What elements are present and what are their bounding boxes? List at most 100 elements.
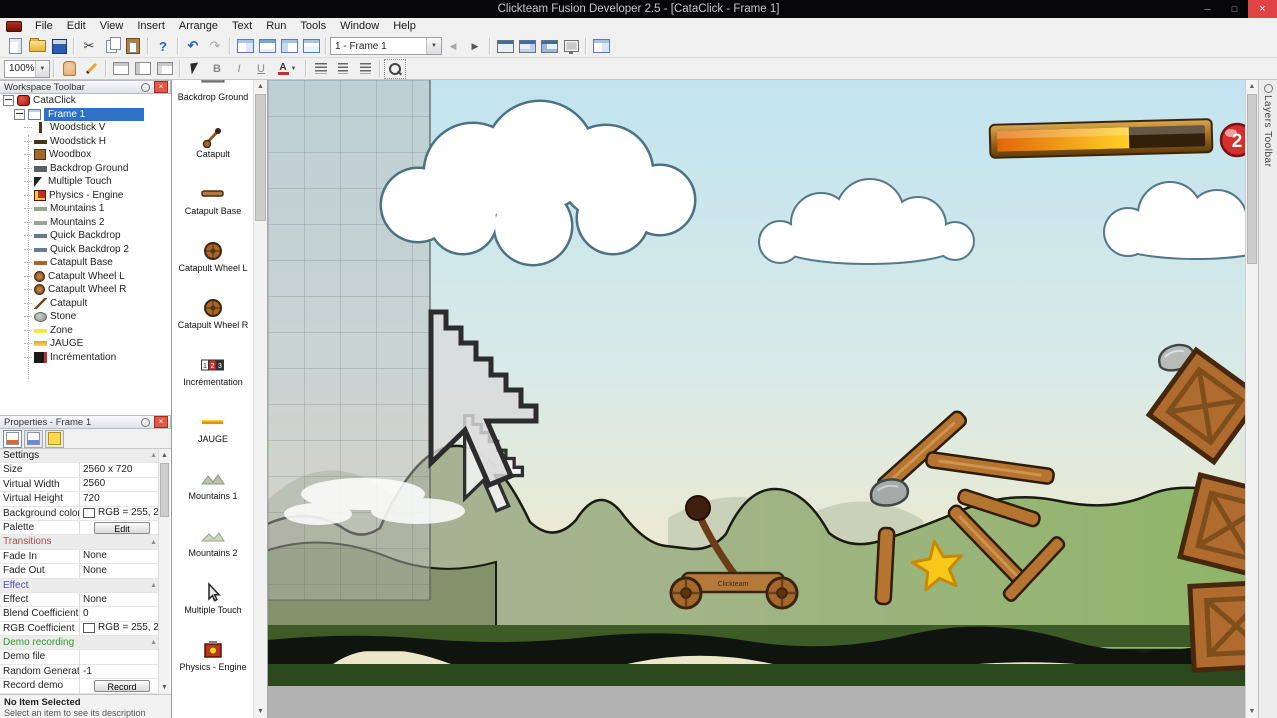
- cut-button[interactable]: ✂: [78, 36, 100, 56]
- scroll-down-icon[interactable]: ▼: [1246, 705, 1258, 718]
- minimize-button[interactable]: ─: [1194, 0, 1221, 18]
- object-item-multiple-touch[interactable]: Multiple Touch: [172, 577, 254, 634]
- object-item-backdrop-ground[interactable]: Backdrop Ground: [172, 80, 254, 121]
- object-item-catapult-wheel-r[interactable]: Catapult Wheel R: [172, 292, 254, 349]
- scroll-down-icon[interactable]: ▼: [159, 681, 170, 694]
- layers-toolbar[interactable]: Layers Toolbar: [1258, 80, 1277, 718]
- object-item-mountains-1[interactable]: Mountains 1: [172, 463, 254, 520]
- hand-tool-button[interactable]: [58, 59, 80, 79]
- crate[interactable]: [1187, 579, 1245, 673]
- italic-button[interactable]: I: [228, 59, 250, 79]
- object-item-physics-engine[interactable]: Physics - Engine: [172, 634, 254, 691]
- close-panel-button[interactable]: ×: [154, 416, 168, 428]
- object-item-catapult-wheel-l[interactable]: Catapult Wheel L: [172, 235, 254, 292]
- tree-item-jauge[interactable]: JAUGE: [0, 337, 171, 351]
- properties-scrollbar[interactable]: ▲ ▼: [158, 449, 170, 694]
- canvas-vertical-scrollbar[interactable]: ▲ ▼: [1245, 80, 1258, 718]
- tree-item-stone[interactable]: Stone: [0, 310, 171, 324]
- select-tool-button[interactable]: [184, 59, 206, 79]
- tree-item-catapult-wheel-l[interactable]: Catapult Wheel L: [0, 270, 171, 284]
- align-left-button[interactable]: [310, 59, 332, 79]
- prop-section-demo-recording[interactable]: Demo recording ▲: [0, 636, 161, 651]
- object-item-incrementation[interactable]: 123 Incrémentation: [172, 349, 254, 406]
- tree-item-backdrop-ground[interactable]: Backdrop Ground: [0, 162, 171, 176]
- prop-section-transitions[interactable]: Transitions ▲: [0, 535, 161, 550]
- paste-button[interactable]: [122, 36, 144, 56]
- menu-insert[interactable]: Insert: [130, 18, 172, 35]
- menu-view[interactable]: View: [93, 18, 131, 35]
- catapult-wheel-left[interactable]: [669, 576, 703, 610]
- pin-icon[interactable]: [1263, 84, 1273, 93]
- menu-arrange[interactable]: Arrange: [172, 18, 225, 35]
- tree-item-frame-1[interactable]: Frame 1: [0, 107, 171, 121]
- scrollbar-thumb[interactable]: [160, 463, 169, 517]
- next-frame-button[interactable]: ▶: [464, 36, 486, 56]
- maximize-button[interactable]: □: [1221, 0, 1248, 18]
- object-item-catapult[interactable]: Catapult: [172, 121, 254, 178]
- prop-section-settings[interactable]: Settings ▲: [0, 449, 161, 464]
- object-item-mountains-2[interactable]: Mountains 2: [172, 520, 254, 577]
- scrollbar-thumb[interactable]: [255, 94, 266, 221]
- collapse-box-icon[interactable]: [3, 95, 14, 107]
- tree-item-woodbox[interactable]: Woodbox: [0, 148, 171, 162]
- menu-help[interactable]: Help: [386, 18, 423, 35]
- color-swatch[interactable]: [83, 508, 95, 519]
- menu-tools[interactable]: Tools: [293, 18, 333, 35]
- frame-selector[interactable]: 1 - Frame 1 ▼: [330, 37, 442, 55]
- view-mode-2-button[interactable]: [132, 59, 154, 79]
- properties-tab-settings[interactable]: [3, 429, 22, 448]
- app-icon[interactable]: [6, 21, 22, 32]
- tree-item-incrementation[interactable]: Incrémentation: [0, 351, 171, 365]
- zoom-tool-button[interactable]: [384, 58, 406, 79]
- tree-item-project[interactable]: CataClick: [0, 94, 171, 108]
- tree-item-zone[interactable]: Zone: [0, 324, 171, 338]
- underline-button[interactable]: U: [250, 59, 272, 79]
- build-button[interactable]: [590, 36, 612, 56]
- tree-item-catapult-base[interactable]: Catapult Base: [0, 256, 171, 270]
- event-editor-button[interactable]: [278, 36, 300, 56]
- open-file-button[interactable]: [26, 36, 48, 56]
- tree-item-catapult-wheel-r[interactable]: Catapult Wheel R: [0, 283, 171, 297]
- scroll-up-icon[interactable]: ▲: [159, 449, 170, 462]
- menu-text[interactable]: Text: [225, 18, 259, 35]
- bold-button[interactable]: B: [206, 59, 228, 79]
- scroll-up-icon[interactable]: ▲: [1246, 80, 1258, 93]
- scroll-down-icon[interactable]: ▼: [254, 705, 267, 718]
- tree-item-quick-backdrop-2[interactable]: Quick Backdrop 2: [0, 243, 171, 257]
- catapult-wheel-right[interactable]: [765, 576, 799, 610]
- run-project-button[interactable]: [538, 36, 560, 56]
- tree-item-catapult[interactable]: Catapult: [0, 297, 171, 311]
- properties-tab-about[interactable]: [45, 429, 64, 448]
- view-mode-3-button[interactable]: [154, 59, 176, 79]
- pin-icon[interactable]: [141, 82, 150, 92]
- tree-item-woodstick-h[interactable]: Woodstick H: [0, 135, 171, 149]
- color-picker-button[interactable]: [80, 59, 102, 79]
- previous-frame-button[interactable]: ◀: [442, 36, 464, 56]
- objects-scrollbar[interactable]: ▲ ▼: [253, 80, 267, 718]
- zoom-selector[interactable]: 100% ▼: [4, 59, 50, 78]
- context-help-button[interactable]: ?: [152, 36, 174, 56]
- tree-item-physics-engine[interactable]: Physics - Engine: [0, 189, 171, 203]
- gauge-bar[interactable]: [988, 118, 1214, 159]
- ground-band[interactable]: [268, 664, 1245, 687]
- scroll-up-icon[interactable]: ▲: [254, 80, 267, 93]
- font-color-button[interactable]: A ▼: [272, 59, 302, 79]
- chevron-down-icon[interactable]: ▼: [426, 38, 441, 54]
- scrollbar-thumb[interactable]: [1247, 94, 1257, 264]
- menu-file[interactable]: File: [28, 18, 60, 35]
- frame-editor-canvas[interactable]: 2 Clickteam: [268, 80, 1245, 718]
- counter-ball[interactable]: 2: [1219, 122, 1245, 158]
- event-list-editor-button[interactable]: [300, 36, 322, 56]
- redo-button[interactable]: ↷: [204, 36, 226, 56]
- align-right-button[interactable]: [354, 59, 376, 79]
- run-frame-button[interactable]: [516, 36, 538, 56]
- view-mode-1-button[interactable]: [110, 59, 132, 79]
- prop-section-effect[interactable]: Effect ▲: [0, 578, 161, 593]
- frame-editor-button[interactable]: [256, 36, 278, 56]
- frame-scene[interactable]: 2 Clickteam: [268, 80, 1245, 718]
- new-file-button[interactable]: [4, 36, 26, 56]
- undo-button[interactable]: ↶: [182, 36, 204, 56]
- tree-item-woodstick-v[interactable]: Woodstick V: [0, 121, 171, 135]
- color-swatch[interactable]: [83, 623, 95, 634]
- chevron-down-icon[interactable]: ▼: [34, 60, 49, 77]
